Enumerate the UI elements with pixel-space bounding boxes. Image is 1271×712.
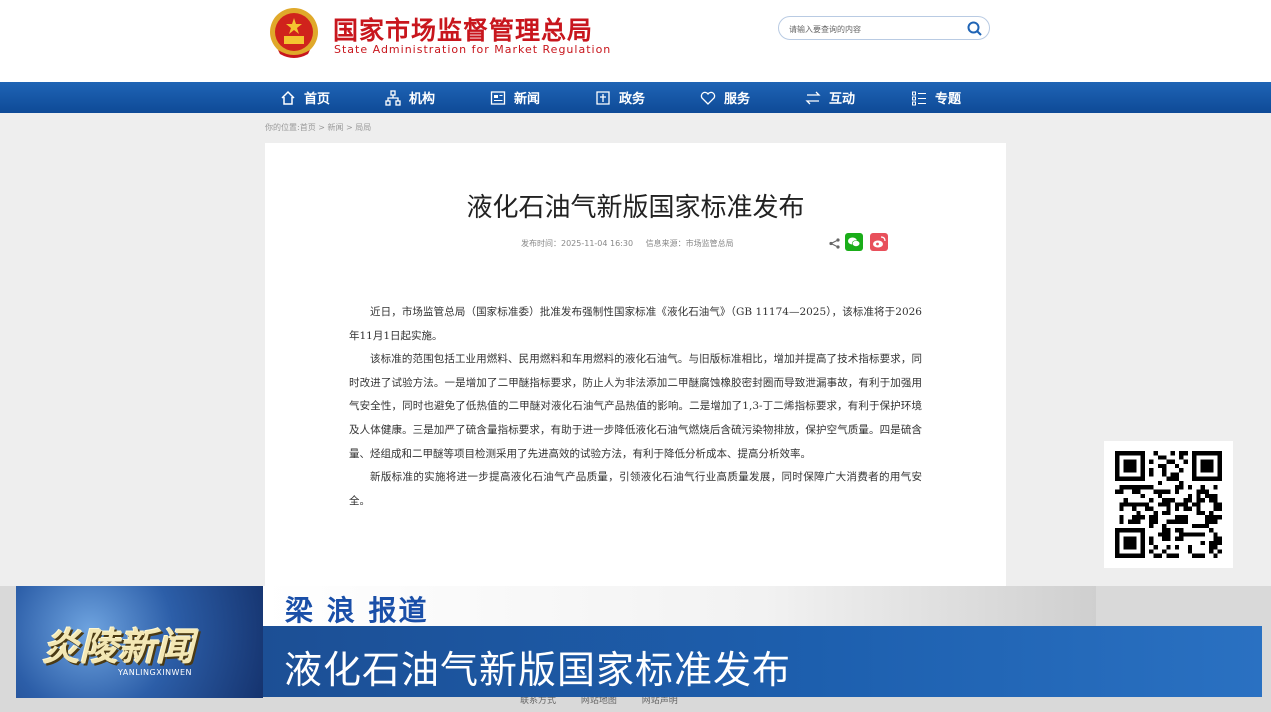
- search-icon[interactable]: [966, 20, 983, 37]
- footer-link-sitemap[interactable]: 网站地图: [581, 696, 617, 706]
- article-paragraph: 新版标准的实施将进一步提高液化石油气产品质量，引领液化石油气行业高质量发展，同时…: [349, 471, 922, 507]
- main-nav: 首页 机构 新闻 政务 服务 互动 专题: [0, 82, 1271, 113]
- reporter-band: 梁 浪 报道: [263, 586, 1096, 627]
- info-source: 信息来源：市场监管总局: [645, 239, 734, 248]
- nav-item-topic[interactable]: 专题: [911, 82, 961, 113]
- nav-label: 新闻: [514, 92, 541, 107]
- article-body: 近日，市场监管总局（国家标准委）批准发布强制性国家标准《液化石油气》（GB 11…: [349, 301, 922, 513]
- nav-item-interact[interactable]: 互动: [805, 82, 855, 113]
- tv-station-logo: 炎陵新闻 YANLINGXINWEN: [16, 586, 263, 698]
- nav-item-gov[interactable]: 政务: [595, 82, 645, 113]
- nav-label: 互动: [829, 92, 856, 107]
- national-emblem-icon[interactable]: [268, 6, 320, 60]
- nav-label: 机构: [409, 92, 436, 107]
- site-title[interactable]: 国家市场监督管理总局: [333, 11, 593, 47]
- list-icon: [912, 91, 926, 105]
- nav-item-home[interactable]: 首页: [280, 82, 330, 113]
- heart-icon: [700, 91, 716, 105]
- article-paragraph: 该标准的范围包括工业用燃料、民用燃料和车用燃料的液化石油气。与旧版标准相比，增加…: [349, 353, 922, 460]
- news-icon: [490, 90, 506, 105]
- org-icon: [385, 89, 401, 106]
- reporter-credit: 梁 浪 报道: [285, 594, 429, 627]
- article-meta: 发布时间：2025-11-04 16:30 信息来源：市场监管总局: [521, 238, 744, 249]
- article-title: 液化石油气新版国家标准发布: [466, 193, 805, 223]
- nav-label: 首页: [304, 92, 331, 107]
- nav-label: 专题: [935, 92, 962, 107]
- nav-item-news[interactable]: 新闻: [490, 82, 540, 113]
- station-logo-pinyin: YANLINGXINWEN: [118, 668, 192, 677]
- article-paragraph: 近日，市场监管总局（国家标准委）批准发布强制性国家标准《液化石油气》（GB 11…: [349, 306, 922, 342]
- nav-label: 服务: [724, 92, 751, 107]
- site-header: 国家市场监督管理总局 State Administration for Mark…: [0, 0, 1271, 82]
- weibo-share-icon[interactable]: [870, 233, 888, 251]
- news-headline: 液化石油气新版国家标准发布: [284, 648, 792, 692]
- search-input[interactable]: [787, 20, 961, 38]
- article-panel: 液化石油气新版国家标准发布 发布时间：2025-11-04 16:30 信息来源…: [265, 143, 1006, 603]
- footer-link-statement[interactable]: 网站声明: [642, 696, 678, 706]
- nav-item-org[interactable]: 机构: [385, 82, 435, 113]
- footer-link-contact[interactable]: 联系方式: [520, 696, 556, 706]
- share-icon[interactable]: [829, 238, 840, 249]
- search-box: [778, 16, 990, 40]
- qr-code-panel: [1104, 441, 1233, 568]
- breadcrumb[interactable]: 你的位置:首页 > 新闻 > 局局: [265, 122, 371, 133]
- exchange-icon: [805, 91, 821, 104]
- station-logo-text: 炎陵新闻: [42, 625, 195, 669]
- site-subtitle: State Administration for Market Regulati…: [334, 43, 612, 56]
- headline-band: 液化石油气新版国家标准发布: [263, 626, 1262, 697]
- publish-time: 发布时间：2025-11-04 16:30: [521, 239, 634, 248]
- nav-label: 政务: [619, 92, 646, 107]
- nav-item-service[interactable]: 服务: [700, 82, 750, 113]
- qr-code-icon: [1115, 451, 1222, 558]
- wechat-share-icon[interactable]: [845, 233, 863, 251]
- home-icon: [281, 90, 295, 105]
- gov-icon: [596, 90, 610, 105]
